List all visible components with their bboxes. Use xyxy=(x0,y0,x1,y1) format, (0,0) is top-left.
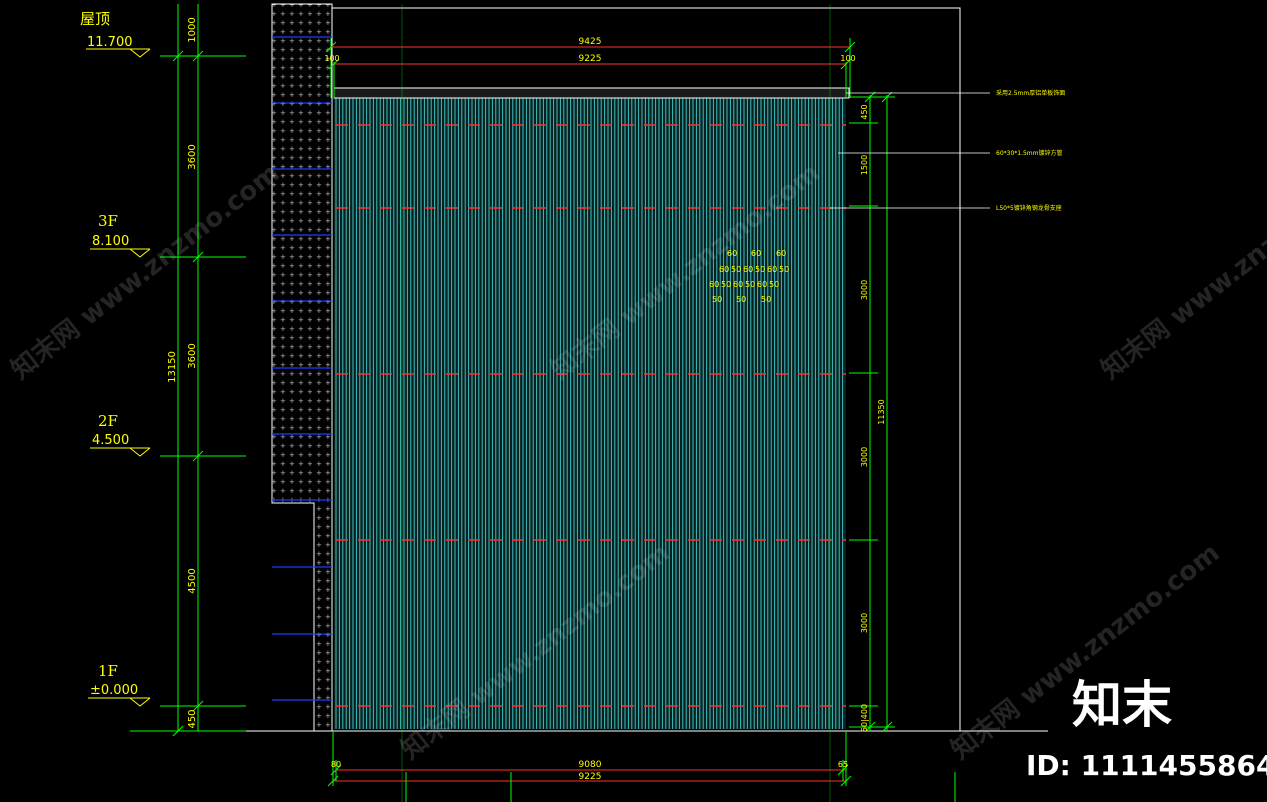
left-dim-2f-height: 3600 xyxy=(187,343,198,368)
bottom-dim-left-offset: 80 xyxy=(331,760,341,769)
spacing-label: 50 xyxy=(736,295,746,304)
watermark-text: 知末网 www.znzmo.com xyxy=(1096,158,1267,386)
annotation-square-tube: 60*30*1.5mm镀锌方管 xyxy=(996,149,1063,157)
spacing-label: 50 xyxy=(712,295,722,304)
level-roof: 屋顶 11.700 xyxy=(80,10,151,58)
level-roof-name: 屋顶 xyxy=(80,10,110,28)
spacing-label: 60 xyxy=(751,249,761,258)
spacing-label: 50 xyxy=(761,295,771,304)
brand-id: ID: 1111455864 xyxy=(1026,749,1267,782)
spacing-label: 60 xyxy=(709,280,719,289)
right-dimension-chain xyxy=(849,91,895,733)
spacing-label: 50 xyxy=(731,265,741,274)
left-dim-total: 13150 xyxy=(167,351,178,383)
top-dim-inner: 9225 xyxy=(579,54,602,64)
right-dim-total: 11350 xyxy=(877,399,886,424)
level-roof-value: 11.700 xyxy=(87,35,133,50)
left-dim-3f-height: 3600 xyxy=(187,144,198,169)
spacing-label: 60 xyxy=(743,265,753,274)
top-dim-overall: 9425 xyxy=(579,37,602,47)
brand-logo: 知末 xyxy=(1072,676,1172,734)
spacing-label: 50 xyxy=(745,280,755,289)
annotation-leaders xyxy=(830,92,990,209)
level-2f-value: 4.500 xyxy=(92,433,129,448)
spacing-label: 50 xyxy=(779,265,789,274)
watermark-text: 知末网 www.znzmo.com xyxy=(6,158,286,386)
right-dim-bottom-pair: 50|400 xyxy=(860,704,869,732)
bottom-dim-right-offset: 65 xyxy=(838,760,848,769)
left-dim-1f-height: 4500 xyxy=(187,568,198,593)
top-cap-plate xyxy=(333,87,850,99)
spacing-label: 60 xyxy=(733,280,743,289)
level-3f-value: 8.100 xyxy=(92,234,129,249)
top-dim-right-offset: 100 xyxy=(840,54,855,63)
top-dim-left-offset: 100 xyxy=(324,54,339,63)
level-1f-value: ±0.000 xyxy=(90,683,138,698)
spacing-label: 60 xyxy=(719,265,729,274)
level-2f-name: 2F xyxy=(98,412,118,430)
spacing-label: 50 xyxy=(769,280,779,289)
level-3f: 3F 8.100 xyxy=(90,212,151,258)
level-3f-name: 3F xyxy=(98,212,118,230)
right-dim-seg-5: 3000 xyxy=(860,613,869,633)
left-dim-base-height: 450 xyxy=(187,709,198,728)
right-dim-seg-4: 3000 xyxy=(860,447,869,467)
spacing-label: 60 xyxy=(776,249,786,258)
right-dim-seg-3: 3000 xyxy=(860,280,869,300)
left-dim-roof-height: 1000 xyxy=(187,17,198,42)
level-1f: 1F ±0.000 xyxy=(88,662,151,707)
cad-drawing-canvas: + 1000 3600 3600 4500 450 13150 屋顶 11.70… xyxy=(6,3,1267,802)
spacing-label: 60 xyxy=(767,265,777,274)
bottom-dim-overall: 9225 xyxy=(579,772,602,782)
spacing-label: 50 xyxy=(755,265,765,274)
spacing-label: 50 xyxy=(721,280,731,289)
left-dimension-chain xyxy=(130,4,246,737)
level-2f: 2F 4.500 xyxy=(90,412,151,457)
level-1f-name: 1F xyxy=(98,662,118,680)
annotation-angle-steel: L50*5镀锌角钢龙骨支座 xyxy=(996,204,1062,212)
bottom-dim-inner: 9080 xyxy=(579,760,602,770)
right-dim-seg-1: 450 xyxy=(860,104,869,119)
right-dim-seg-2: 1500 xyxy=(860,155,869,175)
annotation-cladding: 采用2.5mm厚铝单板饰面 xyxy=(996,89,1065,97)
spacing-label: 60 xyxy=(757,280,767,289)
